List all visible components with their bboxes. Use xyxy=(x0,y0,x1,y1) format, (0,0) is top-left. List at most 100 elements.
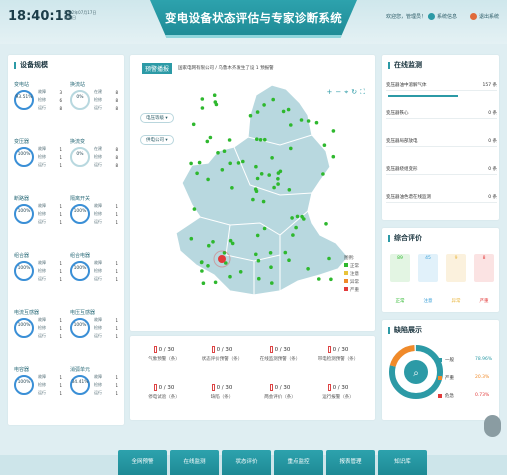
station-marker[interactable] xyxy=(329,277,333,282)
station-marker[interactable] xyxy=(228,238,233,243)
station-marker[interactable] xyxy=(191,122,196,127)
station-marker[interactable] xyxy=(199,260,204,265)
eval-box[interactable]: 45 xyxy=(418,254,438,282)
eval-box[interactable]: 8 xyxy=(474,254,494,282)
equipment-card[interactable]: 隔离开关 100% 故障 1 检修 1 运行 1 xyxy=(70,195,118,246)
monitor-item[interactable]: 变压器铁心 0 条 xyxy=(386,110,497,119)
station-marker[interactable] xyxy=(255,176,260,181)
station-marker[interactable] xyxy=(286,107,291,112)
station-marker[interactable] xyxy=(211,240,215,244)
eval-box[interactable]: 89 xyxy=(390,254,410,282)
station-marker[interactable] xyxy=(299,118,304,122)
station-marker[interactable] xyxy=(331,129,336,133)
station-marker[interactable] xyxy=(205,139,210,144)
station-marker[interactable] xyxy=(271,97,275,102)
station-marker[interactable] xyxy=(228,161,232,166)
station-marker[interactable] xyxy=(322,143,327,147)
station-marker[interactable] xyxy=(197,160,202,165)
logout-button[interactable]: 退出系统 xyxy=(470,13,499,20)
equipment-card[interactable]: 断路器 100% 故障 1 检修 1 运行 1 xyxy=(14,195,62,246)
station-marker[interactable] xyxy=(206,264,210,268)
monitor-item[interactable]: 变压器油中溶解气体 157 条 xyxy=(386,82,497,91)
region-map[interactable] xyxy=(130,55,375,331)
station-marker[interactable] xyxy=(287,188,292,192)
station-marker[interactable] xyxy=(227,138,232,142)
station-marker[interactable] xyxy=(276,182,280,186)
equipment-card[interactable]: 换流变 0% 在建 8 检修 8 运行 8 xyxy=(70,138,118,189)
station-marker[interactable] xyxy=(212,93,217,97)
equipment-card[interactable]: 变电站 93.51% 故障 3 检修 6 运行 8 xyxy=(14,81,62,132)
assistant-float-button[interactable] xyxy=(484,415,501,437)
equipment-card[interactable]: 组合电器 100% 故障 1 检修 1 运行 1 xyxy=(70,252,118,303)
station-marker[interactable] xyxy=(207,243,211,248)
station-marker[interactable] xyxy=(213,280,218,285)
station-marker[interactable] xyxy=(254,252,258,257)
nav-tab[interactable]: 知识库 xyxy=(378,450,427,475)
station-marker[interactable] xyxy=(200,269,204,273)
monitor-item[interactable]: 变压器局部放电 0 条 xyxy=(386,138,497,147)
station-marker[interactable] xyxy=(300,214,304,219)
station-marker[interactable] xyxy=(228,274,232,279)
station-marker[interactable] xyxy=(257,276,261,281)
nav-tab[interactable]: 在线监测 xyxy=(170,450,219,475)
station-marker[interactable] xyxy=(189,236,194,241)
station-marker[interactable] xyxy=(213,100,218,104)
station-marker[interactable] xyxy=(331,154,336,159)
station-marker[interactable] xyxy=(287,258,291,262)
warning-stat[interactable]: 0 / 30 缺陷（条） xyxy=(198,384,246,400)
warning-stat[interactable]: 0 / 30 在线监测预警（条） xyxy=(256,346,304,362)
monitor-item[interactable]: 变压器油色谱在线监测 0 条 xyxy=(386,194,497,203)
nav-tab[interactable]: 报表管理 xyxy=(326,450,375,475)
equipment-card[interactable]: 变压器 100% 故障 1 检修 1 运行 1 xyxy=(14,138,62,189)
equipment-card[interactable]: 电容器 100% 故障 1 检修 1 运行 1 xyxy=(14,366,62,417)
station-marker[interactable] xyxy=(295,214,300,219)
station-marker[interactable] xyxy=(236,161,241,165)
station-marker[interactable] xyxy=(189,161,193,166)
station-marker[interactable] xyxy=(268,251,273,255)
station-marker[interactable] xyxy=(270,281,274,285)
station-marker[interactable] xyxy=(283,250,288,255)
station-marker[interactable] xyxy=(256,258,261,263)
equipment-card[interactable]: 消弧单元 34.41% 故障 1 检修 1 运行 1 xyxy=(70,366,118,417)
station-marker[interactable] xyxy=(222,149,227,153)
monitor-item[interactable]: 变压器绕组变形 0 条 xyxy=(386,166,497,175)
station-marker[interactable] xyxy=(278,169,283,174)
warning-stat[interactable]: 0 / 30 两会评价（条） xyxy=(256,384,304,400)
equipment-card[interactable]: 换流站 0% 在建 8 检修 8 运行 8 xyxy=(70,81,118,132)
warning-stat[interactable]: 0 / 30 带电检测预警（条） xyxy=(314,346,362,362)
station-marker[interactable] xyxy=(261,199,266,204)
warning-stat[interactable]: 0 / 30 运行报警（条） xyxy=(314,384,362,400)
warning-stat[interactable]: 0 / 30 气象预警（条） xyxy=(140,346,188,362)
station-marker[interactable] xyxy=(263,137,267,142)
station-marker[interactable] xyxy=(200,106,205,110)
equipment-card[interactable]: 电压互感器 100% 故障 1 检修 1 运行 1 xyxy=(70,309,118,360)
nav-tab[interactable]: 全网预警 xyxy=(118,450,167,475)
station-marker[interactable] xyxy=(314,120,319,125)
system-info-button[interactable]: 系统信息 xyxy=(428,13,457,20)
station-marker[interactable] xyxy=(306,119,311,123)
station-marker[interactable] xyxy=(238,270,243,274)
eval-box[interactable]: 9 xyxy=(446,254,466,282)
station-marker[interactable] xyxy=(254,164,258,169)
station-marker[interactable] xyxy=(258,138,263,142)
station-marker[interactable] xyxy=(206,177,210,182)
station-marker[interactable] xyxy=(294,225,298,230)
station-marker[interactable] xyxy=(230,186,234,190)
equipment-card[interactable]: 电流互感器 100% 故障 1 检修 1 运行 1 xyxy=(14,309,62,360)
station-marker[interactable] xyxy=(255,233,260,238)
station-marker[interactable] xyxy=(195,171,199,176)
station-marker[interactable] xyxy=(192,207,197,211)
station-marker[interactable] xyxy=(289,123,293,127)
station-marker[interactable] xyxy=(269,265,273,269)
nav-tab[interactable]: 重点监控 xyxy=(274,450,323,475)
station-marker[interactable] xyxy=(241,159,245,164)
warning-stat[interactable]: 0 / 30 停电试验（条） xyxy=(140,384,188,400)
station-marker[interactable] xyxy=(276,177,280,181)
station-marker[interactable] xyxy=(289,146,293,151)
station-marker[interactable] xyxy=(262,103,266,107)
station-marker[interactable] xyxy=(267,173,271,177)
station-marker[interactable] xyxy=(200,97,205,101)
station-marker[interactable] xyxy=(321,172,325,176)
station-marker[interactable] xyxy=(291,233,295,237)
station-marker[interactable] xyxy=(327,256,331,261)
